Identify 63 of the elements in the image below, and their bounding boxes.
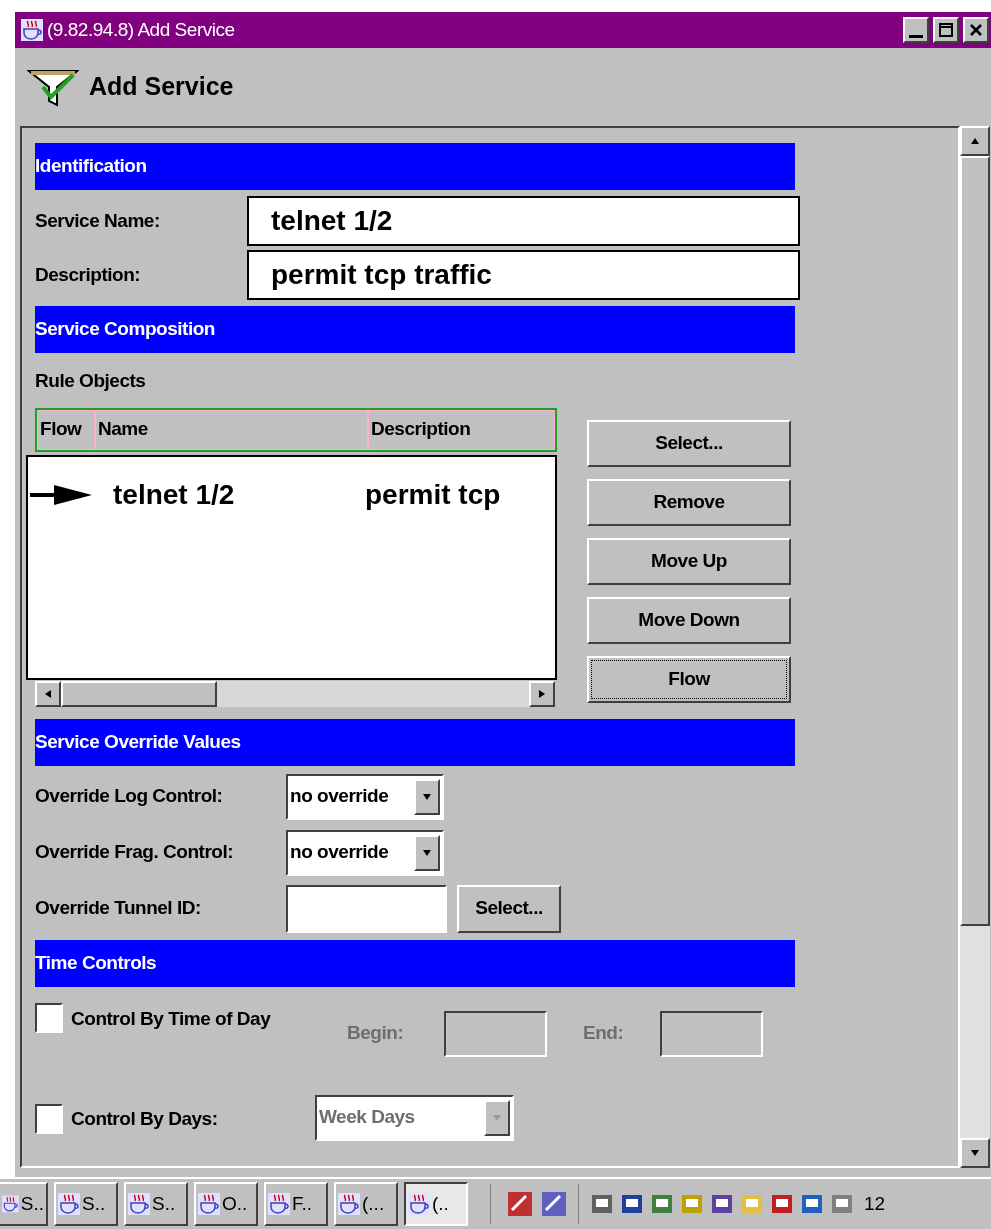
text-field[interactable]: telnet 1/2 bbox=[247, 196, 800, 246]
checkbox-label: Control By Time of Day bbox=[71, 1006, 272, 1031]
app-icon bbox=[198, 1193, 220, 1215]
taskbar-button[interactable]: S.. bbox=[54, 1182, 118, 1226]
field-label: Override Frag. Control: bbox=[35, 840, 235, 865]
close-button[interactable] bbox=[963, 17, 989, 43]
minimize-icon bbox=[909, 35, 923, 38]
clock: 12 bbox=[864, 1191, 886, 1216]
dropdown[interactable]: no override bbox=[286, 829, 444, 876]
checkbox-label: Control By Days: bbox=[71, 1107, 219, 1132]
table-cell-text: telnet 1/2 bbox=[113, 477, 236, 512]
column-header[interactable]: Description bbox=[368, 409, 555, 450]
tray-icon[interactable] bbox=[506, 1190, 534, 1218]
field-label: End: bbox=[583, 1021, 625, 1046]
table-cell-text: permit tcp bbox=[365, 477, 501, 512]
dialog-title: Add Service bbox=[89, 71, 234, 103]
section-caption: Rule Objects bbox=[35, 369, 147, 393]
taskbar-button[interactable]: F.. bbox=[264, 1182, 328, 1226]
taskbar-button[interactable]: (... bbox=[334, 1182, 398, 1226]
app-icon bbox=[2, 1193, 19, 1215]
funnel-check-icon bbox=[27, 67, 79, 107]
vertical-scrollbar[interactable] bbox=[960, 126, 990, 1168]
section-header: Service Composition bbox=[35, 306, 795, 353]
action-button[interactable]: Flow bbox=[587, 655, 791, 703]
dropdown[interactable]: no override bbox=[286, 773, 444, 820]
field-label: Override Tunnel ID: bbox=[35, 896, 202, 921]
taskbar-button[interactable]: O.. bbox=[194, 1182, 258, 1226]
column-header[interactable]: Flow bbox=[37, 409, 95, 450]
app-icon bbox=[128, 1193, 150, 1215]
checkbox[interactable] bbox=[35, 1103, 63, 1134]
taskbar-button[interactable]: (.. bbox=[404, 1182, 468, 1226]
tray-icon[interactable] bbox=[540, 1190, 568, 1218]
select-button[interactable]: Select... bbox=[457, 884, 561, 933]
window-title: (9.82.94.8) Add Service bbox=[47, 17, 236, 42]
taskbar-button[interactable]: S.. bbox=[124, 1182, 188, 1226]
field-label: Service Name: bbox=[35, 208, 161, 233]
action-button[interactable]: Move Down bbox=[587, 596, 791, 644]
maximize-icon bbox=[939, 23, 953, 37]
app-icon bbox=[58, 1193, 80, 1215]
section-header: Identification bbox=[35, 143, 795, 190]
section-header: Time Controls bbox=[35, 939, 795, 987]
column-header[interactable]: Name bbox=[95, 409, 368, 450]
scroll-thumb[interactable] bbox=[960, 156, 990, 926]
scroll-thumb[interactable] bbox=[61, 680, 217, 707]
action-button[interactable]: Remove bbox=[587, 478, 791, 526]
horizontal-scrollbar[interactable] bbox=[35, 680, 555, 707]
app-icon bbox=[338, 1193, 360, 1215]
text-field[interactable] bbox=[286, 884, 447, 933]
action-button[interactable]: Move Up bbox=[587, 537, 791, 585]
field-label: Begin: bbox=[347, 1021, 405, 1046]
text-field[interactable]: permit tcp traffic bbox=[247, 250, 800, 300]
section-header: Service Override Values bbox=[35, 718, 795, 766]
app-icon bbox=[21, 19, 43, 41]
close-icon bbox=[969, 23, 983, 37]
action-button[interactable]: Select... bbox=[587, 419, 791, 467]
taskbar-button[interactable]: S.. bbox=[0, 1182, 48, 1226]
field-label: Override Log Control: bbox=[35, 784, 224, 809]
app-icon bbox=[268, 1193, 290, 1215]
checkbox[interactable] bbox=[35, 1002, 63, 1033]
field-label: Description: bbox=[35, 262, 142, 287]
app-icon bbox=[408, 1193, 430, 1215]
minimize-button[interactable] bbox=[903, 17, 929, 43]
maximize-button[interactable] bbox=[933, 17, 959, 43]
